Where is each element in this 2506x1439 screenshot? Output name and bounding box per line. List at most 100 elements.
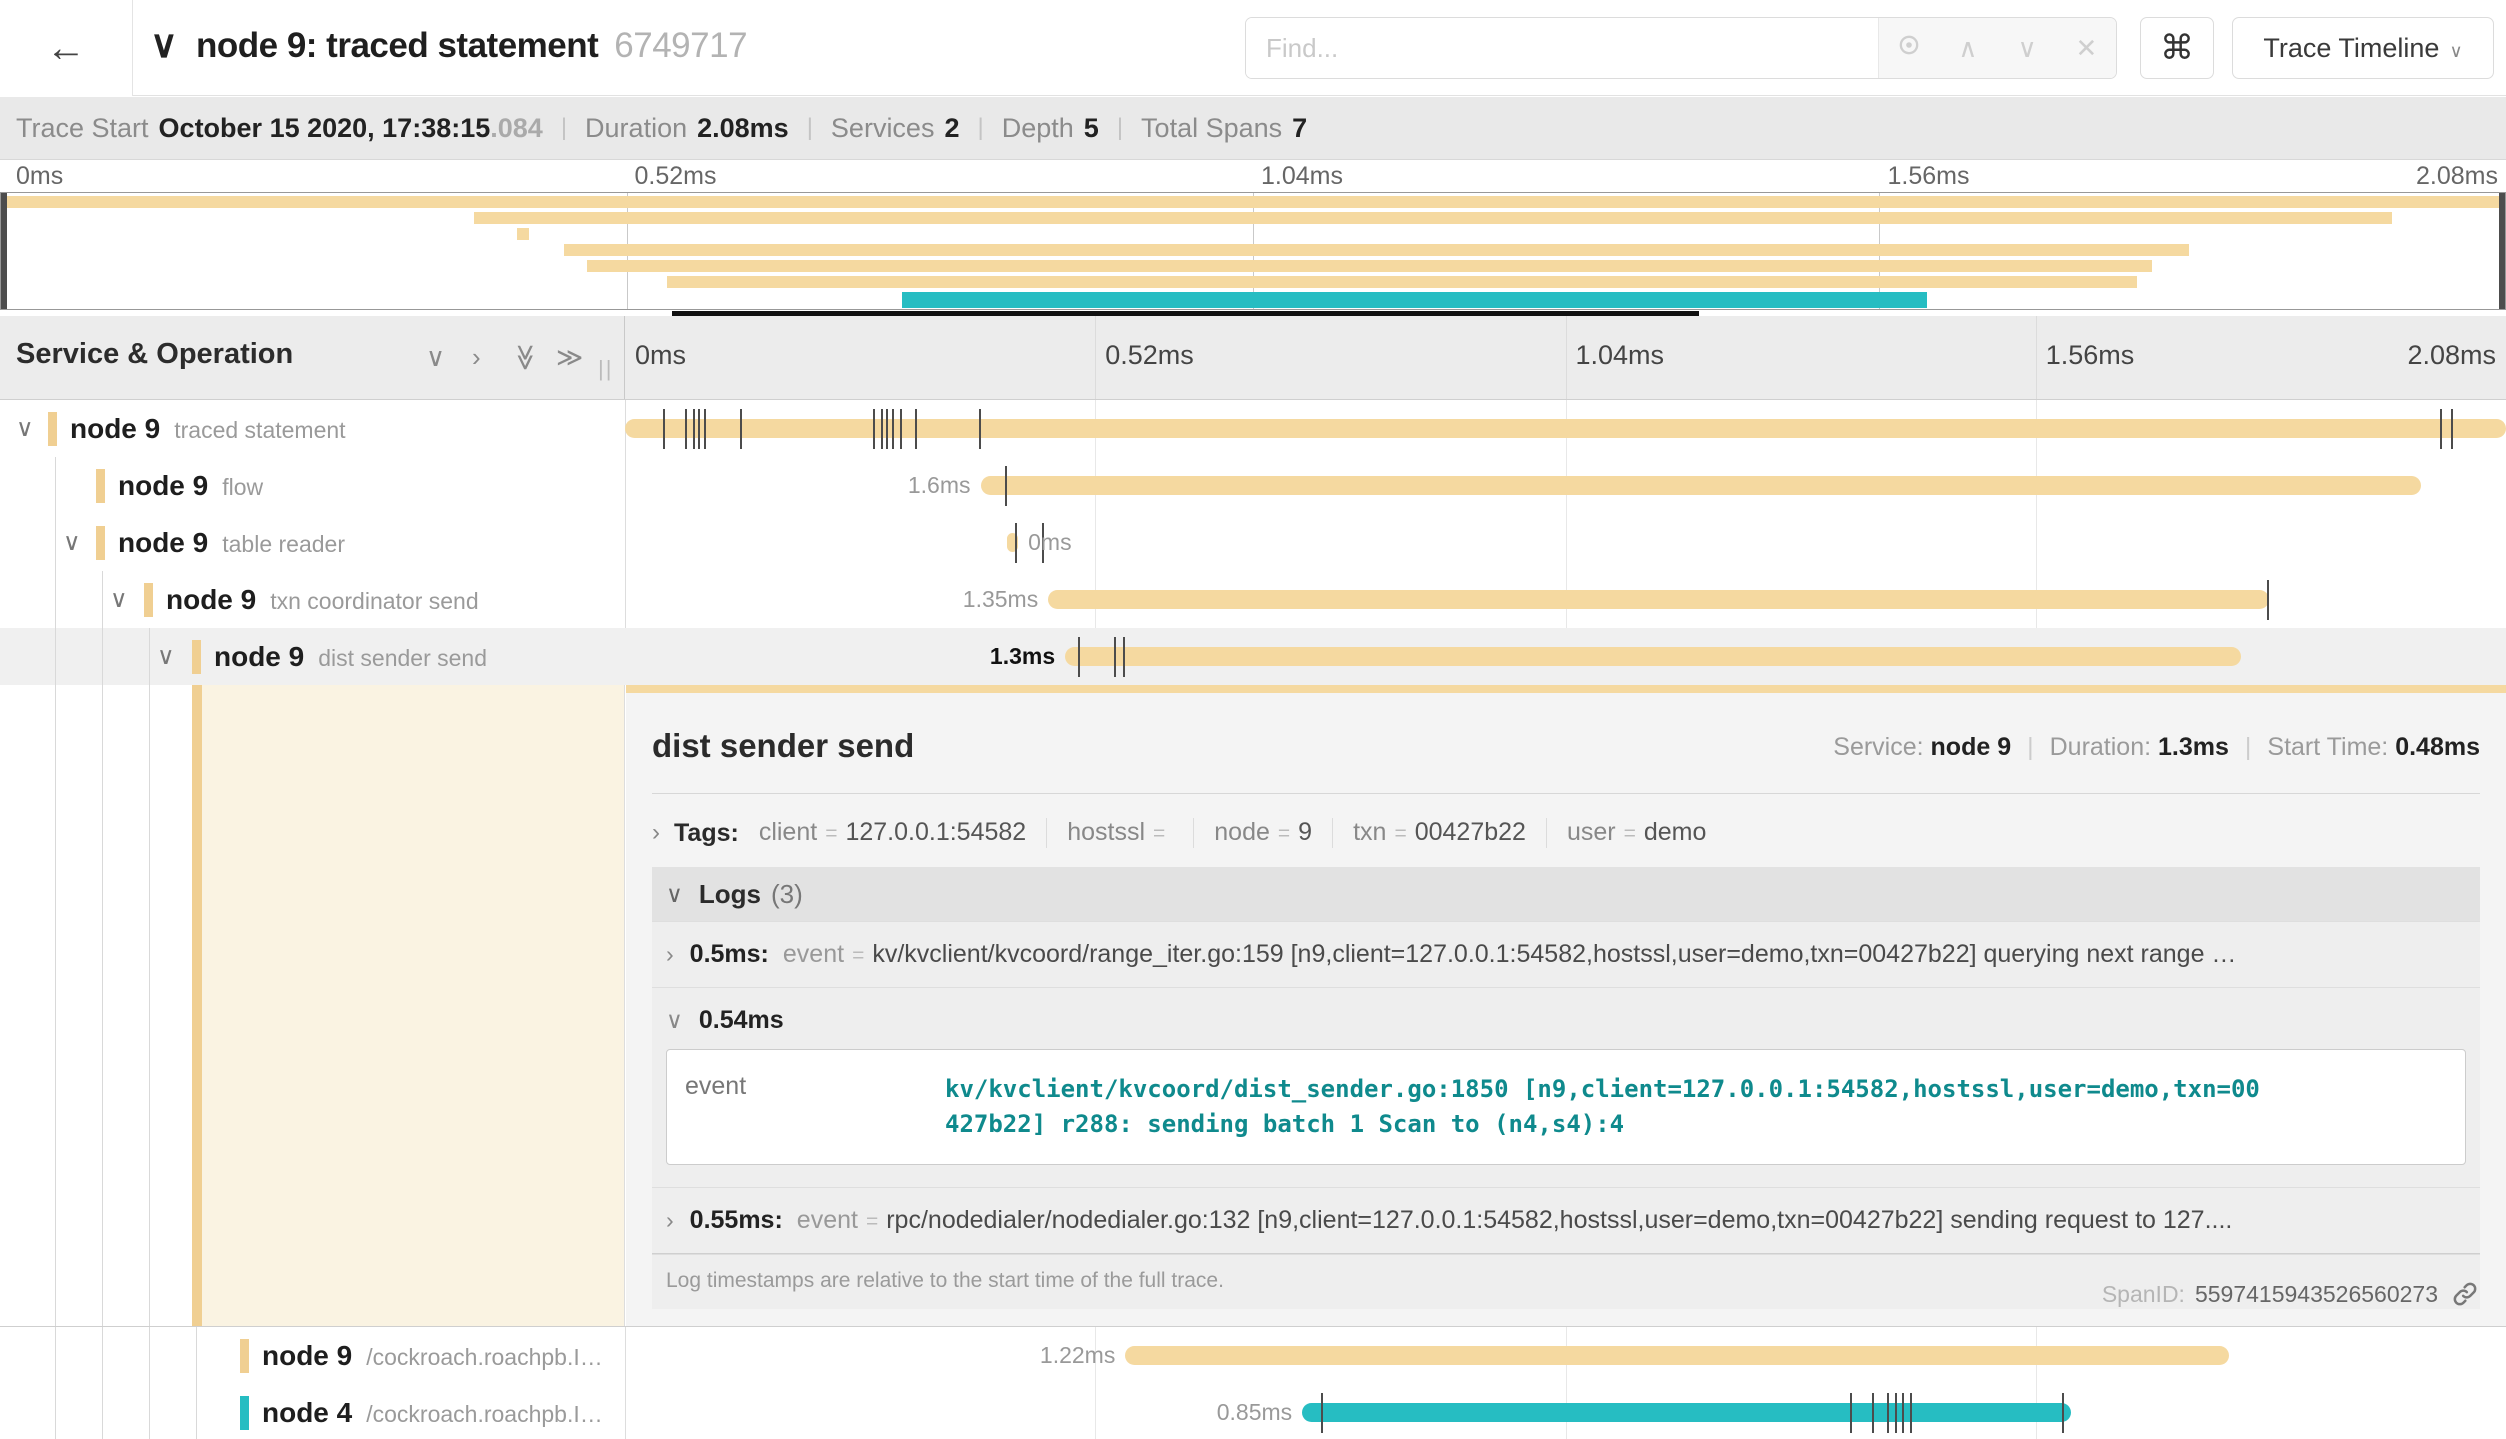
minimap-right-scrubber[interactable]	[2499, 193, 2505, 309]
operation-name: traced statement	[174, 417, 345, 443]
tags-row[interactable]: › Tags: client=127.0.0.1:54582hostssl=no…	[652, 807, 2480, 859]
span-row[interactable]: ∨node 9traced statement	[0, 400, 2506, 457]
log-field-key: event	[797, 1206, 858, 1235]
minimap-left-scrubber[interactable]	[1, 193, 7, 309]
chevron-down-icon[interactable]: ∨	[157, 642, 175, 671]
service-color-bar	[240, 1396, 249, 1430]
column-resize-grip[interactable]: ||	[598, 356, 613, 382]
span-bar-cell[interactable]: 1.6ms	[625, 457, 2506, 514]
overview-label: Start Time:	[2267, 733, 2395, 761]
span-duration-bar[interactable]	[625, 419, 2506, 438]
tag-item: node=9	[1214, 818, 1312, 847]
span-duration-bar[interactable]	[1125, 1346, 2229, 1365]
span-tree-cell[interactable]: ∨ node 9dist sender send	[0, 628, 625, 685]
selected-span-accent-bar	[192, 685, 202, 1326]
trace-minimap: 0ms0.52ms1.04ms1.56ms2.08ms	[0, 160, 2506, 316]
indent-guide	[149, 628, 150, 685]
link-icon[interactable]	[2450, 1279, 2480, 1309]
log-row-toggle[interactable]: ∨0.54ms	[652, 988, 2480, 1045]
log-tick	[979, 409, 981, 449]
log-field-key: event	[783, 940, 844, 969]
find-next-icon[interactable]: ∨	[2009, 33, 2045, 64]
separator	[1193, 818, 1194, 848]
log-tick	[1078, 637, 1080, 677]
span-duration-label: 1.6ms	[908, 457, 971, 514]
collapse-all-icon[interactable]: ≫	[510, 344, 541, 371]
span-tree-cell[interactable]: node 4/cockroach.roachpb.I…	[0, 1384, 625, 1439]
log-tick	[1910, 1393, 1912, 1433]
span-tree-cell[interactable]: ∨node 9traced statement	[0, 400, 625, 457]
service-operation-header: Service & Operation ∨ › ≫ ≫ ||	[0, 316, 625, 399]
chevron-down-icon: ∨	[2449, 41, 2462, 61]
back-button[interactable]: ←	[0, 0, 133, 96]
chevron-down-icon[interactable]: ∨	[63, 528, 81, 557]
span-tree-cell[interactable]: ∨node 9table reader	[0, 514, 625, 571]
view-selector-button[interactable]: Trace Timeline∨	[2232, 17, 2494, 79]
locate-icon[interactable]	[1891, 31, 1927, 66]
tag-item: hostssl=	[1067, 818, 1173, 847]
collapse-trace-icon[interactable]: ∨	[150, 22, 178, 67]
span-detail-panel: dist sender send Service: node 9|Duratio…	[626, 685, 2506, 1326]
service-color-bar	[240, 1339, 249, 1373]
indent-guide	[55, 1384, 56, 1439]
log-row-toggle[interactable]: ›0.5ms:event=kv/kvclient/kvcoord/range_i…	[652, 922, 2480, 987]
log-field-value: kv/kvclient/kvcoord/dist_sender.go:1850 …	[945, 1072, 2260, 1142]
logs-section: ∨ Logs (3) ›0.5ms:event=kv/kvclient/kvco…	[652, 867, 2480, 1309]
log-row-toggle[interactable]: ›0.55ms:event=rpc/nodedialer/nodedialer.…	[652, 1188, 2480, 1253]
span-id-value: 5597415943526560273	[2195, 1281, 2438, 1308]
span-row[interactable]: ∨node 9txn coordinator send1.35ms	[0, 571, 2506, 628]
indent-guide	[55, 457, 56, 514]
minimap-canvas[interactable]	[0, 192, 2506, 310]
span-bar-cell[interactable]: 1.22ms	[625, 1327, 2506, 1384]
axis-tick-label: 1.04ms	[1576, 340, 1665, 371]
span-tree-cell[interactable]: node 9flow	[0, 457, 625, 514]
operation-name: dist sender send	[318, 645, 487, 671]
expand-all-icon[interactable]: ≫	[556, 342, 583, 373]
find-prev-icon[interactable]: ∧	[1950, 33, 1986, 64]
span-bar-cell[interactable]: 1.35ms	[625, 571, 2506, 628]
summary-item: Total Spans7	[1141, 113, 1307, 144]
log-tick	[2267, 580, 2269, 620]
span-overview: Service: node 9|Duration: 1.3ms|Start Ti…	[1833, 733, 2480, 762]
tag-item: txn=00427b22	[1353, 818, 1526, 847]
span-duration-bar[interactable]	[1048, 590, 2269, 609]
top-bar: ← ∨ node 9: traced statement6749717 ∧ ∨ …	[0, 0, 2506, 96]
tag-item: user=demo	[1567, 818, 1706, 847]
span-rows-top: ∨node 9traced statementnode 9flow1.6ms∨n…	[0, 400, 2506, 685]
axis-gridline	[2036, 316, 2037, 399]
logs-header[interactable]: ∨ Logs (3)	[652, 867, 2480, 921]
span-duration-bar[interactable]	[1065, 647, 2241, 666]
expand-one-icon[interactable]: ›	[472, 342, 481, 373]
keyboard-shortcuts-button[interactable]: ⌘	[2140, 17, 2214, 79]
collapse-one-icon[interactable]: ∨	[426, 342, 445, 373]
span-bar-cell[interactable]: 1.3ms	[625, 628, 2506, 685]
span-tree-cell[interactable]: node 9/cockroach.roachpb.I…	[0, 1327, 625, 1384]
span-row[interactable]: ∨node 9table reader0ms	[0, 514, 2506, 571]
chevron-down-icon[interactable]: ∨	[110, 585, 128, 614]
span-bar-cell[interactable]: 0ms	[625, 514, 2506, 571]
log-tick	[900, 409, 902, 449]
chevron-down-icon[interactable]: ∨	[16, 414, 34, 443]
span-bar-cell[interactable]	[625, 400, 2506, 457]
trace-summary-bar: Trace StartOctober 15 2020, 17:38:15.084…	[0, 97, 2506, 160]
span-row[interactable]: node 9/cockroach.roachpb.I…1.22ms	[0, 1327, 2506, 1384]
span-row[interactable]: node 9flow 1.6ms	[0, 457, 2506, 514]
separator	[1546, 818, 1547, 848]
find-input[interactable]	[1246, 18, 1878, 78]
log-tick	[1015, 523, 1017, 563]
span-bar-cell[interactable]: 0.85ms	[625, 1384, 2506, 1439]
span-duration-bar[interactable]	[1302, 1403, 2071, 1422]
span-rows-bottom: node 9/cockroach.roachpb.I…1.22msnode 4/…	[0, 1327, 2506, 1439]
span-duration-bar[interactable]	[981, 476, 2422, 495]
log-tick	[886, 409, 888, 449]
span-tree-cell[interactable]: ∨node 9txn coordinator send	[0, 571, 625, 628]
service-color-bar	[192, 640, 201, 674]
find-clear-icon[interactable]: ✕	[2068, 33, 2104, 64]
service-name: node 9dist sender send	[214, 641, 487, 673]
service-color-bar	[96, 469, 105, 503]
minimap-span-bar	[517, 228, 530, 240]
span-row[interactable]: node 4/cockroach.roachpb.I…0.85ms	[0, 1384, 2506, 1439]
span-row[interactable]: ∨ node 9dist sender send 1.3ms	[0, 628, 2506, 685]
indent-guide	[102, 628, 103, 685]
log-tick	[2440, 409, 2442, 449]
